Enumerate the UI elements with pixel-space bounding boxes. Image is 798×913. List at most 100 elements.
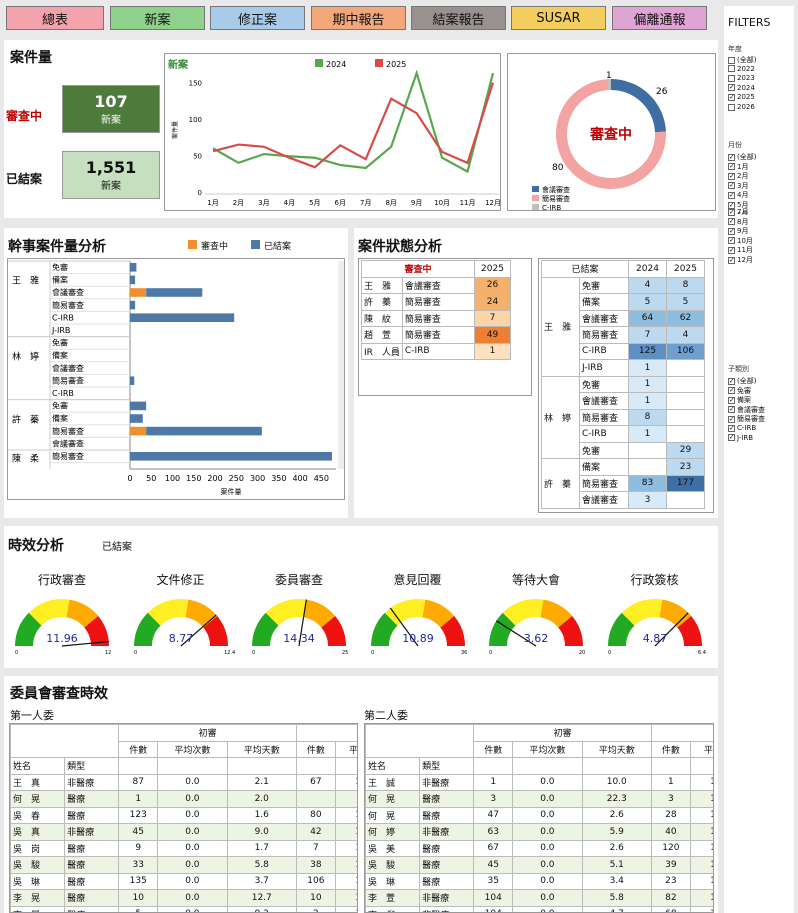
reviewing-label: 審查中 <box>6 109 43 123</box>
review-type: 簡易審查 <box>401 326 476 344</box>
year-filter-checkbox[interactable] <box>728 65 735 73</box>
second-reviewer-table: 初審複審件數平均次數平均天數件數平均次姓名類型王 誠非醫療10.010.011.… <box>365 724 713 912</box>
month-filter-checkbox[interactable] <box>728 216 735 226</box>
review-type: C-IRB <box>579 425 629 443</box>
committee-cell: 45 <box>473 856 514 874</box>
year-filter-option[interactable]: (全部) <box>728 55 756 65</box>
month-filter-checkbox[interactable] <box>728 161 735 171</box>
nav-button-2[interactable]: 修正案 <box>210 6 305 30</box>
committee-cell: 23 <box>650 872 691 890</box>
committee-cell: 82 <box>650 889 691 907</box>
filters-panel-lower: 7月8月9月10月11月12月 子類別 (全部)免審備案會議審查簡易審查C-IR… <box>724 207 794 913</box>
committee-cell: 1.0 <box>689 872 713 890</box>
year-filter-option[interactable]: 2023 <box>728 74 755 82</box>
count-cell: 83 <box>628 474 667 492</box>
year-filter-checkbox[interactable] <box>728 92 735 102</box>
supervisor-title: 幹事案件量分析 <box>8 239 106 255</box>
nav-button-5[interactable]: SUSAR <box>511 6 606 30</box>
count-cell: 7 <box>474 309 511 327</box>
gauge-value: 8.77 <box>168 632 193 645</box>
status-reviewing-year: 2025 <box>474 260 511 278</box>
nav-button-4[interactable]: 結案報告 <box>411 6 506 30</box>
column-header: 平均次 <box>689 740 713 758</box>
x-tick-label: 200 <box>207 474 222 483</box>
committee-cell: 1.1 <box>334 889 357 907</box>
year-filter-checkbox[interactable] <box>728 82 735 92</box>
committee-cell: 1.2 <box>334 823 357 841</box>
month-filter-option-label: (全部) <box>737 153 757 161</box>
committee-cell: 何 晃 <box>365 806 421 824</box>
donut-legend-swatch <box>532 195 539 201</box>
month-filter-checkbox[interactable] <box>728 235 735 245</box>
year-filter-checkbox[interactable] <box>728 56 735 64</box>
type-filter-option[interactable]: C-IRB <box>728 423 756 433</box>
month-filter-checkbox[interactable] <box>728 171 735 181</box>
committee-cell: 12.7 <box>226 889 297 907</box>
category-label: 簡易審查 <box>52 426 84 436</box>
x-tick-label: 300 <box>250 474 265 483</box>
nav-button-1[interactable]: 新案 <box>110 6 205 30</box>
month-filter-checkbox[interactable] <box>728 190 735 200</box>
committee-cell: 醫療 <box>419 806 475 824</box>
committee-cell: 38 <box>295 856 336 874</box>
committee-cell: 4.7 <box>581 905 652 912</box>
type-filter-checkbox[interactable] <box>728 376 735 386</box>
type-filter-checkbox[interactable] <box>728 432 735 442</box>
month-filter-checkbox[interactable] <box>728 207 735 217</box>
committee-cell: 1.1 <box>689 806 713 824</box>
bar-legend-swatch <box>251 240 260 249</box>
gauge-min: 0 <box>252 650 255 656</box>
count-cell: 125 <box>628 342 667 360</box>
committee-panel: 委員會審查時效 第一人委 第二人委 初審複審件數平均次數平均天數件數平均次姓名類… <box>4 676 718 913</box>
month-filter-checkbox[interactable] <box>728 226 735 236</box>
type-filter-checkbox[interactable] <box>728 423 735 433</box>
committee-group-header: 初審複審 <box>10 724 357 758</box>
year-filter-checkbox[interactable] <box>728 74 735 82</box>
month-filter-checkbox[interactable] <box>728 152 735 162</box>
gauge-value: 14.34 <box>283 632 315 645</box>
count-cell: 1 <box>628 392 667 410</box>
year-filter-option[interactable]: 2026 <box>728 103 755 111</box>
type-filter-option[interactable]: J-IRB <box>728 432 753 442</box>
x-tick-label: 100 <box>165 474 180 483</box>
gauge-0: 11.96 0 12 <box>15 599 111 656</box>
column-header <box>650 757 691 775</box>
month-filter-option[interactable]: 12月 <box>728 255 753 265</box>
nav-button-6[interactable]: 偏離通報 <box>612 6 707 30</box>
type-filter-title: 子類別 <box>728 365 749 373</box>
nav-button-0[interactable]: 總表 <box>6 6 104 30</box>
review-type: J-IRB <box>579 359 629 377</box>
committee-cell: 非醫療 <box>419 823 475 841</box>
committee-cell: 1.0 <box>689 790 713 808</box>
year-filter-checkbox[interactable] <box>728 103 735 111</box>
committee-cell: 63 <box>473 823 514 841</box>
count-cell <box>666 359 705 377</box>
gauge-title: 文件修正 <box>156 573 205 587</box>
gauge-title: 行政審查 <box>37 573 86 587</box>
x-tick-label: 9月 <box>411 199 422 207</box>
type-filter-checkbox[interactable] <box>728 395 735 405</box>
committee-cell: 李 倪 <box>365 905 421 912</box>
column-header: 平均天數 <box>581 740 652 758</box>
committee-cell: 9 <box>118 839 159 857</box>
committee-cell: 何 婷 <box>365 823 421 841</box>
month-filter-checkbox[interactable] <box>728 255 735 265</box>
month-filter-checkbox[interactable] <box>728 245 735 255</box>
type-filter-checkbox[interactable] <box>728 404 735 414</box>
year-filter-option[interactable]: 2025 <box>728 92 755 102</box>
count-cell: 5 <box>628 293 667 311</box>
column-header: 件數 <box>473 740 514 758</box>
category-label: 會議審查 <box>52 287 84 297</box>
committee-name-header: 姓名 類型 <box>10 757 357 775</box>
first-reviewer-frame: 初審複審件數平均次數平均天數件數平均次姓名類型王 真非醫療870.02.1671… <box>9 723 358 913</box>
supervisor-name: 許 蓁 <box>541 458 580 509</box>
type-filter-checkbox[interactable] <box>728 385 735 395</box>
x-tick-label: 450 <box>314 474 329 483</box>
month-filter-checkbox[interactable] <box>728 180 735 190</box>
committee-cell: 醫療 <box>64 806 120 824</box>
nav-button-label: 結案報告 <box>432 12 485 28</box>
nav-button-3[interactable]: 期中報告 <box>311 6 406 30</box>
committee-group-header: 初審複審 <box>365 724 713 758</box>
year-filter-option[interactable]: 2022 <box>728 65 755 73</box>
year-filter-option[interactable]: 2024 <box>728 82 755 92</box>
